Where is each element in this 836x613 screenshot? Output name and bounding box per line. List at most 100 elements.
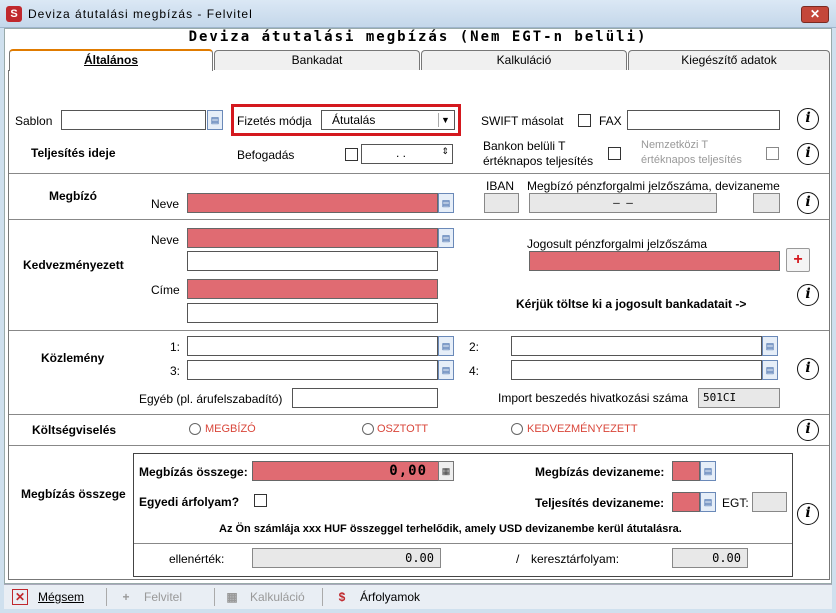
info-icon[interactable]: i — [797, 284, 819, 306]
tab-kiegeszito-adatok[interactable]: Kiegészítő adatok — [628, 50, 830, 70]
info-icon[interactable]: i — [797, 419, 819, 441]
osszeg-label: Megbízás összege: — [139, 465, 248, 479]
window-title: Deviza átutalási megbízás - Felvitel — [28, 7, 253, 21]
megbizo-radio[interactable] — [189, 423, 201, 435]
megbizo-szamla-field[interactable]: – – — [529, 193, 717, 213]
kedvezmenyezett-radio[interactable] — [511, 423, 523, 435]
kedv-cime2-input[interactable] — [187, 303, 438, 323]
dollar-icon: $ — [338, 590, 346, 604]
title-bar: S Deviza átutalási megbízás - Felvitel ✕ — [0, 0, 836, 28]
kozlemeny-label: Közlemény — [41, 351, 105, 365]
iban-field[interactable] — [484, 193, 519, 213]
calculator-icon[interactable]: ▦ — [438, 461, 454, 481]
arfolyamok-button[interactable]: $ Árfolyamok — [334, 588, 420, 606]
close-icon[interactable]: ✕ — [801, 6, 829, 23]
kedv-neve-input[interactable] — [187, 228, 438, 248]
kereszt-field[interactable]: 0.00 — [672, 548, 748, 568]
kedv-neve2-input[interactable] — [187, 251, 438, 271]
sablon-input[interactable] — [61, 110, 206, 130]
info-icon[interactable]: i — [797, 108, 819, 130]
kedv-cime-input[interactable] — [187, 279, 438, 299]
sablon-lookup-icon[interactable]: ▤ — [207, 110, 223, 130]
megbizo-neve-input[interactable] — [187, 193, 438, 213]
toolbar-separator — [106, 588, 107, 606]
koltseg-label: Költségviselés — [32, 423, 117, 437]
divider — [9, 445, 829, 446]
tab-label: Bankadat — [291, 53, 343, 67]
arfolyamok-label: Árfolyamok — [360, 590, 421, 604]
kalkulacio-label: Kalkuláció — [250, 590, 305, 604]
megbizo-deviza-field[interactable] — [753, 193, 780, 213]
chevron-down-icon: ▼ — [438, 113, 452, 127]
tab-label: Kiegészítő adatok — [681, 53, 777, 67]
divider — [9, 219, 829, 220]
swift-checkbox[interactable] — [578, 114, 591, 127]
divider — [9, 414, 829, 415]
nemzetkozi-label-2: értéknapos teljesítés — [641, 154, 742, 166]
slash-label: / — [516, 552, 520, 566]
iban-label: IBAN — [486, 179, 515, 193]
devizanem-input[interactable] — [672, 461, 700, 481]
kozlemeny-3-lookup-icon[interactable]: ▤ — [438, 360, 454, 380]
tab-bankadat[interactable]: Bankadat — [214, 50, 420, 70]
bankon-beluli-checkbox[interactable] — [608, 147, 621, 160]
befogadas-date-input[interactable]: . . ⇕ — [361, 144, 453, 164]
egyedi-checkbox[interactable] — [254, 494, 267, 507]
tab-label: Kalkuláció — [496, 53, 552, 67]
kozlemeny-3-input[interactable] — [187, 360, 438, 380]
ellenertek-field[interactable]: 0.00 — [252, 548, 441, 568]
kozlemeny-1-label: 1: — [170, 340, 181, 354]
kozlemeny-4-label: 4: — [469, 364, 480, 378]
kozlemeny-2-input[interactable] — [511, 336, 762, 356]
telj-devizanem-lookup-icon[interactable]: ▤ — [700, 492, 716, 512]
info-icon[interactable]: i — [797, 143, 819, 165]
nemzetkozi-checkbox[interactable] — [766, 147, 779, 160]
megbizo-lookup-icon[interactable]: ▤ — [438, 193, 454, 213]
kereszt-value: 0.00 — [712, 551, 741, 565]
felvitel-label: Felvitel — [144, 590, 183, 604]
telj-devizanem-label: Teljesítés devizaneme: — [535, 496, 665, 510]
megsem-button[interactable]: ✕ Mégsem — [12, 588, 84, 606]
egyeb-input[interactable] — [292, 388, 438, 408]
egt-field[interactable] — [752, 492, 787, 512]
fax-input[interactable] — [627, 110, 780, 130]
sablon-label: Sablon — [15, 114, 53, 128]
megbizo-label: Megbízó — [49, 189, 97, 203]
spinner-icon[interactable]: ⇕ — [441, 146, 449, 157]
osztott-radio[interactable] — [362, 423, 374, 435]
felvitel-button[interactable]: + Felvitel — [118, 588, 182, 606]
info-icon[interactable]: i — [797, 358, 819, 380]
kozlemeny-4-input[interactable] — [511, 360, 762, 380]
fax-label: FAX — [599, 114, 622, 128]
kozlemeny-1-input[interactable] — [187, 336, 438, 356]
osszeg-value: 0,00 — [389, 463, 427, 479]
kozlemeny-2-lookup-icon[interactable]: ▤ — [762, 336, 778, 356]
telj-devizanem-input[interactable] — [672, 492, 700, 512]
grid-icon: ▦ — [226, 590, 238, 604]
kalkulacio-button[interactable]: ▦ Kalkuláció — [224, 588, 305, 606]
fizetes-mod-value: Átutalás — [332, 113, 376, 127]
osszeg-section-label: Megbízás összege — [21, 487, 126, 501]
tab-label: Általános — [83, 53, 138, 67]
add-bank-data-icon[interactable]: + — [786, 248, 810, 272]
devizanem-lookup-icon[interactable]: ▤ — [700, 461, 716, 481]
kozlemeny-1-lookup-icon[interactable]: ▤ — [438, 336, 454, 356]
info-icon[interactable]: i — [797, 192, 819, 214]
tab-kalkulacio[interactable]: Kalkuláció — [421, 50, 627, 70]
befogadas-checkbox[interactable] — [345, 148, 358, 161]
cancel-icon: ✕ — [12, 589, 28, 605]
jogosult-szamla-input[interactable] — [529, 251, 780, 271]
kedv-lookup-icon[interactable]: ▤ — [438, 228, 454, 248]
info-icon[interactable]: i — [797, 503, 819, 525]
kozlemeny-4-lookup-icon[interactable]: ▤ — [762, 360, 778, 380]
toolbar-separator — [322, 588, 323, 606]
fizetes-mod-label: Fizetés módja — [237, 114, 312, 128]
fizetes-mod-select[interactable]: Átutalás ▼ — [321, 110, 455, 130]
toolbar-separator — [214, 588, 215, 606]
befogadas-label: Befogadás — [237, 148, 295, 162]
osszeg-input[interactable]: 0,00 — [252, 461, 454, 481]
swift-label: SWIFT másolat — [481, 114, 564, 128]
devizanem-label: Megbízás devizaneme: — [535, 465, 665, 479]
tab-altalanos[interactable]: Általános — [9, 49, 213, 71]
import-field[interactable]: 501CI — [698, 388, 780, 408]
